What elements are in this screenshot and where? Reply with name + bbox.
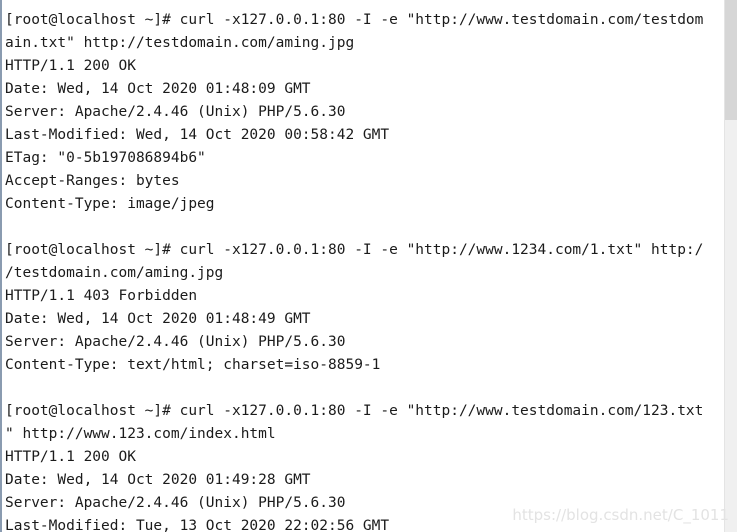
terminal-window: [root@localhost ~]# curl -x127.0.0.1:80 …	[0, 0, 737, 532]
terminal-line: /testdomain.com/aming.jpg	[5, 265, 224, 281]
terminal-line: HTTP/1.1 403 Forbidden	[5, 288, 198, 304]
terminal-line: " http://www.123.com/index.html	[5, 426, 276, 442]
csdn-watermark: https://blog.csdn.net/C_1011	[512, 506, 729, 524]
terminal-line: [root@localhost ~]# curl -x127.0.0.1:80 …	[5, 242, 704, 258]
terminal-line: Content-Type: text/html; charset=iso-885…	[5, 357, 381, 373]
terminal-line: HTTP/1.1 200 OK	[5, 58, 136, 74]
terminal-line: Content-Type: image/jpeg	[5, 196, 215, 212]
left-border-rule	[0, 0, 2, 532]
vertical-scrollbar[interactable]	[724, 0, 737, 532]
terminal-line: Date: Wed, 14 Oct 2020 01:49:28 GMT	[5, 472, 311, 488]
terminal-line: ETag: "0-5b197086894b6"	[5, 150, 206, 166]
terminal-line: HTTP/1.1 200 OK	[5, 449, 136, 465]
terminal-line: Server: Apache/2.4.46 (Unix) PHP/5.6.30	[5, 334, 346, 350]
terminal-line: Server: Apache/2.4.46 (Unix) PHP/5.6.30	[5, 104, 346, 120]
terminal-line: Last-Modified: Wed, 14 Oct 2020 00:58:42…	[5, 127, 390, 143]
console-output[interactable]: [root@localhost ~]# curl -x127.0.0.1:80 …	[5, 0, 727, 532]
terminal-line: [root@localhost ~]# curl -x127.0.0.1:80 …	[5, 403, 704, 419]
terminal-line: Accept-Ranges: bytes	[5, 173, 180, 189]
terminal-lines: [root@localhost ~]# curl -x127.0.0.1:80 …	[5, 9, 727, 532]
terminal-line: Date: Wed, 14 Oct 2020 01:48:09 GMT	[5, 81, 311, 97]
terminal-line: ain.txt" http://testdomain.com/aming.jpg	[5, 35, 355, 51]
scrollbar-thumb[interactable]	[725, 0, 737, 120]
terminal-line: [root@localhost ~]# curl -x127.0.0.1:80 …	[5, 12, 704, 28]
terminal-line: Date: Wed, 14 Oct 2020 01:48:49 GMT	[5, 311, 311, 327]
